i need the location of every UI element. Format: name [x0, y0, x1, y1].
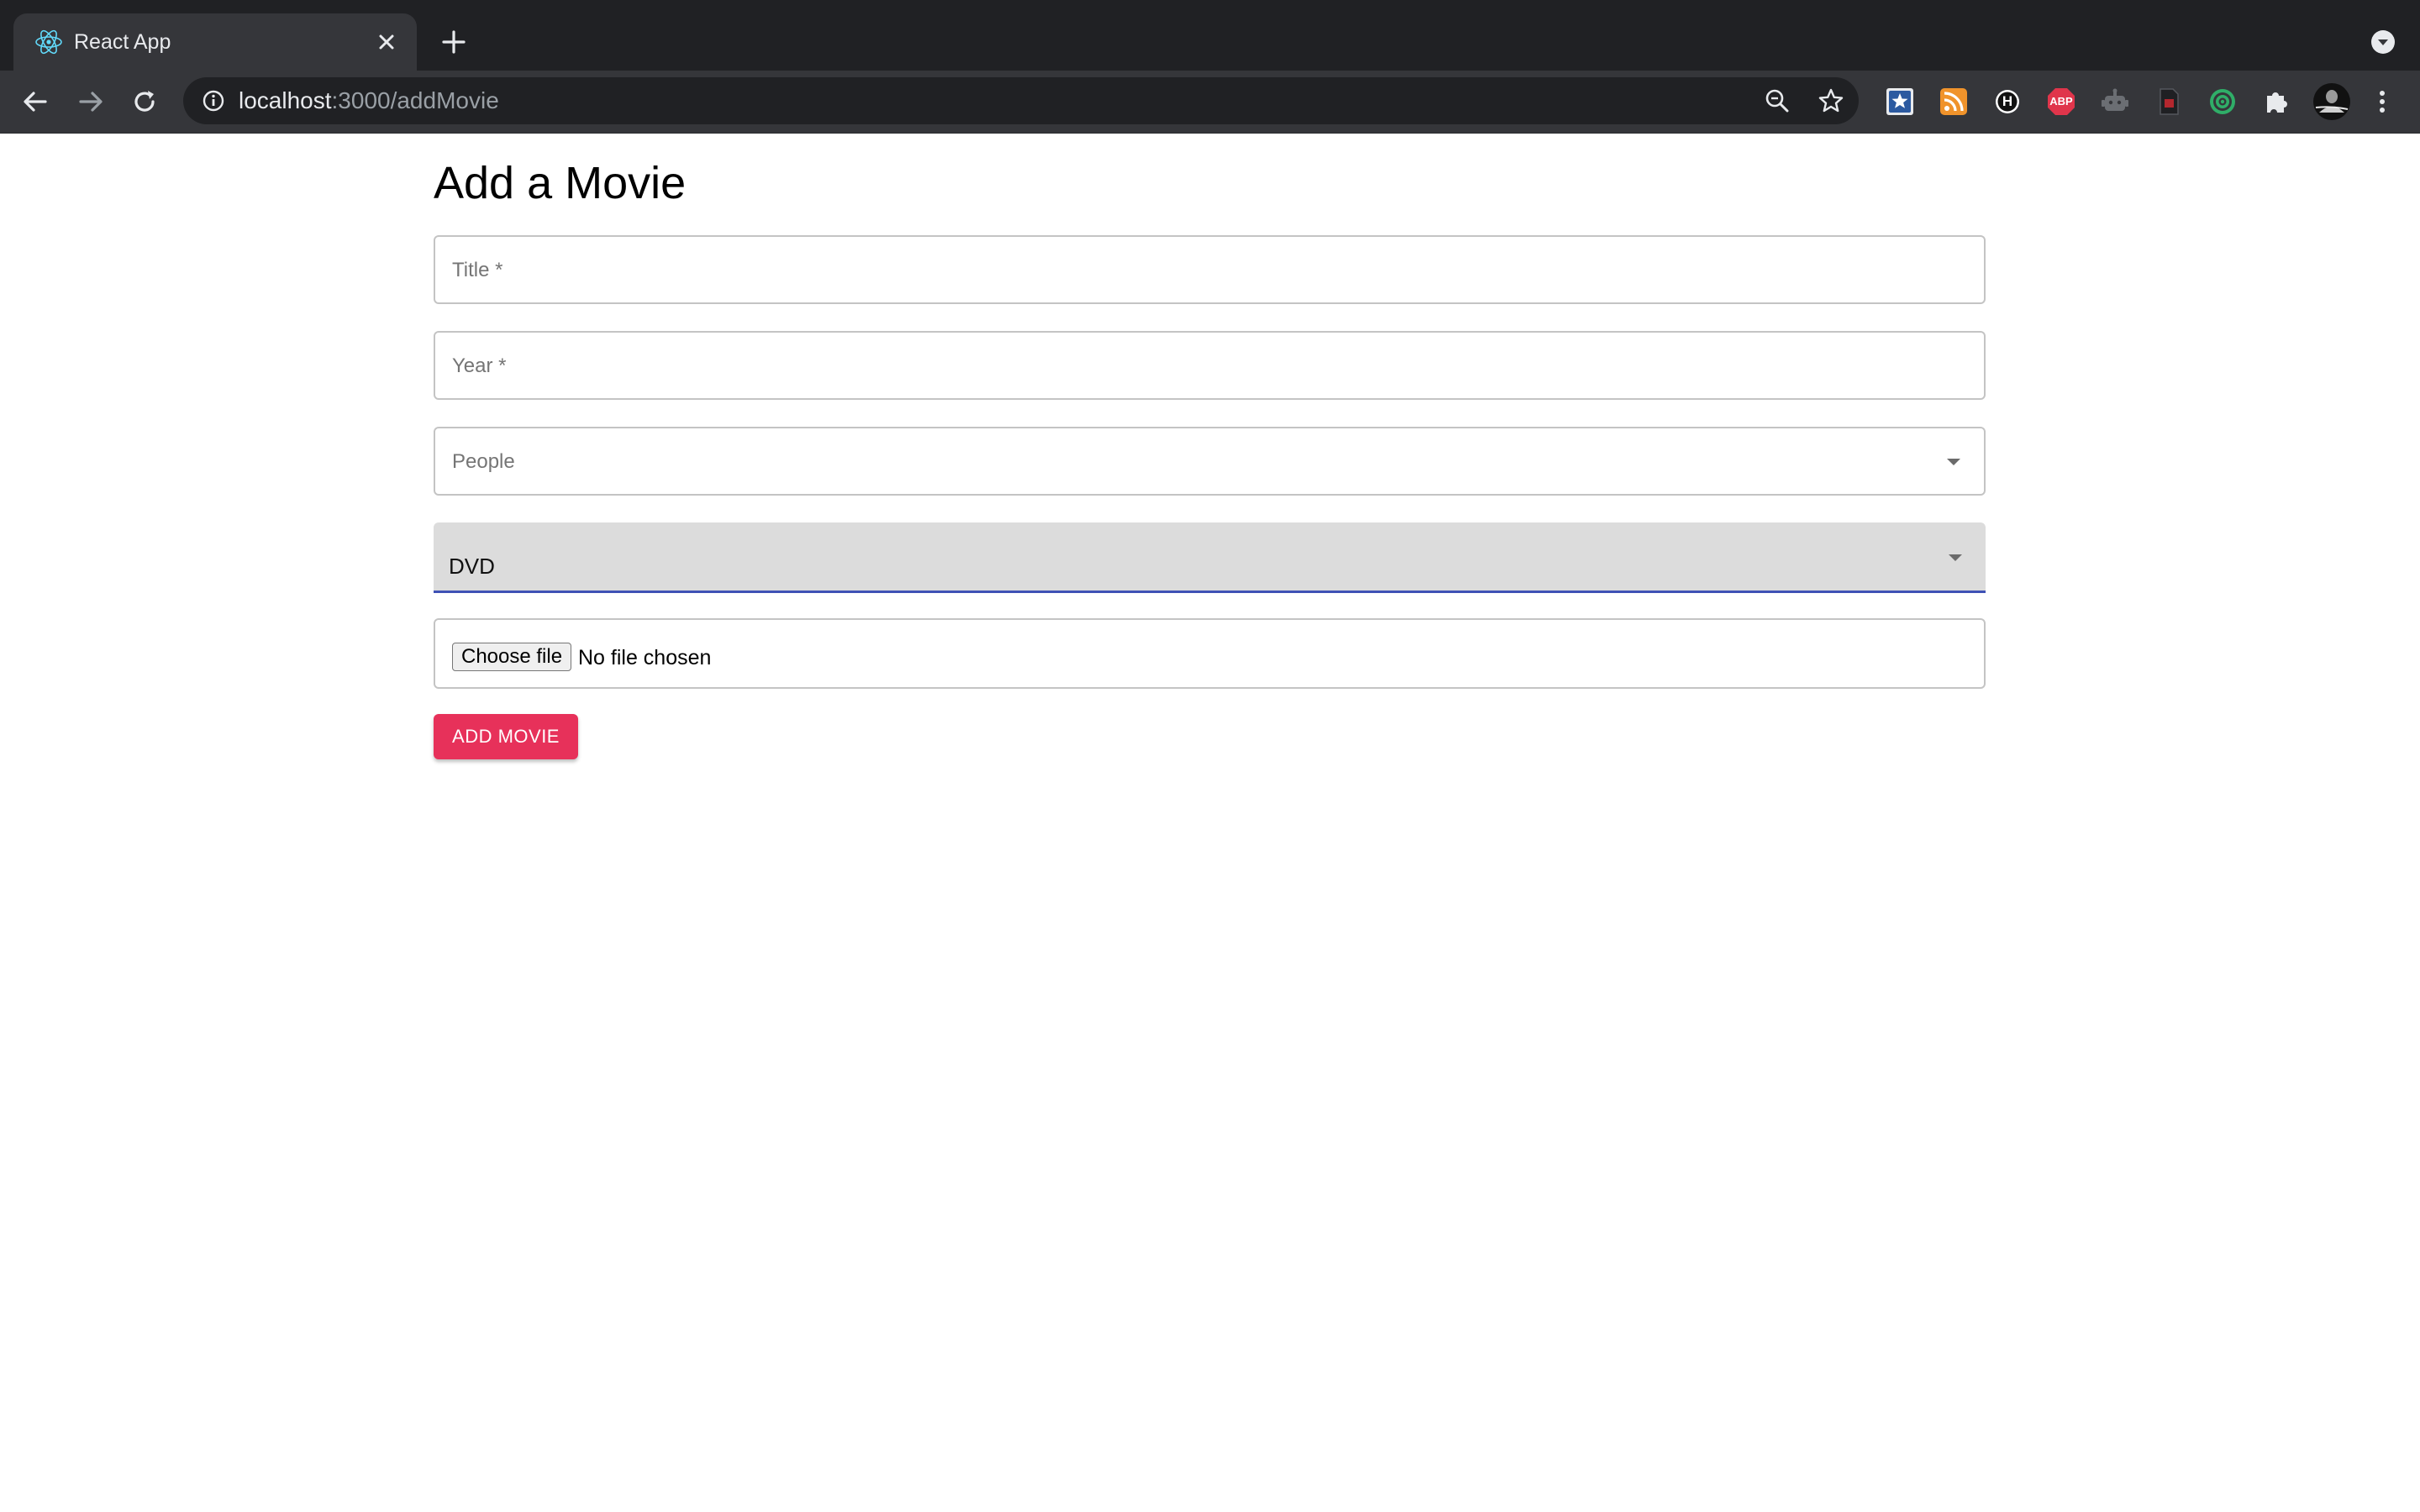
robot-icon[interactable]	[2099, 86, 2131, 118]
address-bar[interactable]: localhost:3000/addMovie	[183, 77, 1859, 124]
format-select[interactable]: DVD	[434, 522, 1986, 593]
page-title: Add a Movie	[434, 158, 687, 208]
browser-tab[interactable]: React App	[13, 13, 417, 71]
more-vert-icon[interactable]	[2368, 86, 2396, 118]
tab-search-icon[interactable]	[2370, 29, 2396, 55]
pdf-icon[interactable]	[2153, 86, 2185, 118]
rss-icon[interactable]	[1938, 86, 1970, 118]
tab-title: React App	[74, 30, 171, 54]
browser-toolbar: localhost:3000/addMovie H ABP	[0, 71, 2420, 134]
bookmark-star-icon[interactable]	[1884, 86, 1916, 118]
add-movie-button[interactable]: ADD MOVIE	[434, 714, 578, 759]
url-path: :3000/addMovie	[331, 87, 499, 113]
url-host: localhost	[239, 87, 332, 113]
back-arrow-icon[interactable]	[20, 87, 50, 117]
puzzle-icon[interactable]	[2260, 86, 2292, 118]
adblock-plus-icon[interactable]: ABP	[2045, 86, 2077, 118]
reload-icon[interactable]	[129, 87, 160, 117]
react-logo-icon	[35, 29, 62, 55]
zoom-icon[interactable]	[1763, 87, 1791, 115]
forward-arrow-icon[interactable]	[76, 87, 106, 117]
year-field-label: Year *	[452, 354, 507, 377]
browser-tabstrip: React App	[0, 0, 2420, 71]
honey-label: H	[2002, 93, 2013, 109]
title-field[interactable]: Title *	[434, 235, 1986, 304]
choose-file-button[interactable]: Choose file	[452, 643, 572, 671]
star-icon[interactable]	[1817, 87, 1845, 115]
people-select[interactable]: People	[434, 427, 1986, 496]
people-select-label: People	[452, 450, 515, 473]
dropdown-arrow-icon	[1949, 554, 1962, 561]
file-upload-field: Choose file No file chosen	[434, 618, 1986, 689]
format-select-value: DVD	[449, 554, 495, 579]
avatar[interactable]	[2312, 82, 2351, 121]
target-icon[interactable]	[2207, 86, 2238, 118]
title-field-label: Title *	[452, 259, 503, 281]
new-tab-icon[interactable]	[439, 27, 469, 57]
url-text[interactable]: localhost:3000/addMovie	[239, 87, 499, 115]
honey-icon[interactable]: H	[1991, 86, 2023, 118]
adblock-label: ABP	[2049, 95, 2073, 108]
file-status-text: No file chosen	[578, 646, 712, 669]
close-icon[interactable]	[373, 29, 400, 55]
dropdown-arrow-icon	[1947, 459, 1960, 465]
year-field[interactable]: Year *	[434, 331, 1986, 400]
info-icon[interactable]	[200, 87, 227, 114]
